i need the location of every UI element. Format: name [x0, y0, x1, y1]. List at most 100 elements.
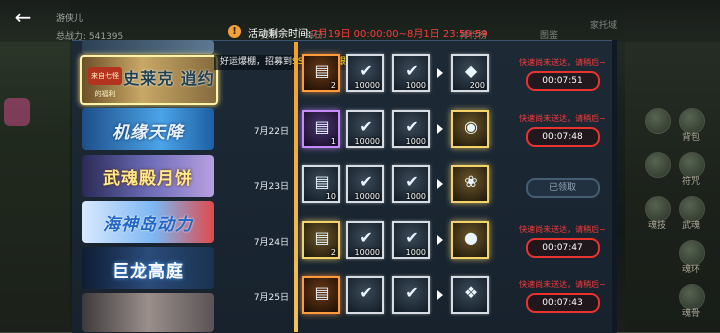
mooncake-icon: ● [464, 228, 478, 247]
reward-item[interactable]: ✔ 1000 [392, 165, 430, 203]
reward-item[interactable]: ▤ [302, 276, 340, 314]
row-date: 7月25日 [253, 293, 289, 303]
item-quantity: 10000 [354, 137, 380, 146]
row-status: 快速尚未送达，请稍后~ 00:07:43 [510, 279, 615, 313]
item-quantity: 10000 [354, 248, 380, 257]
banner-label: 机缘天降 [112, 123, 184, 143]
event-time-bar: ! 活动剩余时间:7月19日 00:00:00~8月1日 23:59:59 [218, 22, 518, 42]
reward-item[interactable]: ▤ 1 [302, 110, 340, 148]
delivery-message: 快速尚未送达，请稍后~ [519, 58, 606, 67]
arrow-right-icon [437, 68, 443, 78]
arrow-right-icon [437, 290, 443, 300]
banner-mooncake[interactable]: 武魂殿月饼 [82, 155, 214, 197]
reward-item[interactable]: ✔ 1000 [392, 54, 430, 92]
reward-item[interactable]: ▤ 10 [302, 165, 340, 203]
row-date: 7月22日 [253, 127, 289, 137]
banner-sea-god[interactable]: 海神岛动力 [82, 201, 214, 243]
row-status: 快速尚未送达，请稍后~ 00:07:48 [510, 113, 615, 147]
side-mascot-icon[interactable] [4, 98, 30, 126]
final-reward-item[interactable]: ◆ 200 [451, 54, 489, 92]
item-quantity: 200 [469, 81, 485, 90]
soul-coin-icon: ✔ [405, 117, 419, 136]
reward-item[interactable]: ▤ 2 [302, 54, 340, 92]
marquee-prefix: 好运爆棚，招募到 [220, 57, 293, 67]
row-status: 快速尚未送达，请稍后~ 00:07:51 [510, 57, 615, 91]
arrow-right-icon [437, 124, 443, 134]
final-reward-item[interactable]: ● [451, 221, 489, 259]
banner-label: 史莱克 逍约 [123, 69, 215, 88]
item-quantity: 1000 [405, 248, 426, 257]
reward-item[interactable]: ✔ 10000 [346, 54, 384, 92]
countdown-button[interactable]: 00:07:47 [525, 238, 600, 258]
banner-dragon-court[interactable]: 巨龙高庭 [82, 247, 214, 289]
menu-label: 背包 [681, 133, 700, 143]
event-start: 7月19日 00:00:00 [311, 29, 399, 40]
reward-item[interactable]: ✔ 10000 [346, 221, 384, 259]
soul-coin-icon: ✔ [359, 172, 373, 191]
countdown-button[interactable]: 00:07:43 [525, 293, 600, 313]
reward-item[interactable]: ✔ 10000 [346, 165, 384, 203]
menu-label: 符咒 [681, 177, 700, 187]
clock-icon: ! [228, 25, 241, 38]
row-status: 已领取 [510, 175, 615, 198]
menu-icon[interactable] [645, 108, 671, 134]
skill-book-icon: ▤ [314, 117, 330, 136]
item-quantity: 1000 [405, 192, 426, 201]
reward-item[interactable]: ✔ [346, 276, 384, 314]
soul-coin-icon: ✔ [405, 283, 419, 302]
event-sep: ~ [398, 29, 407, 40]
item-quantity: 10000 [354, 192, 380, 201]
event-time-label: 活动剩余时间: [248, 29, 312, 40]
timeline-bar [294, 42, 298, 332]
item-quantity: 1000 [405, 137, 426, 146]
banner-label: 海神岛动力 [103, 215, 193, 235]
claimed-button[interactable]: 已领取 [525, 178, 600, 198]
menu-label: 魂骨 [681, 309, 700, 319]
banner-shrek-selected[interactable]: 来自七怪的福利 史莱克 逍约 [80, 55, 218, 105]
nav-item[interactable]: 家托域 [590, 18, 617, 31]
arrow-right-icon [437, 179, 443, 189]
right-side-menu: 背包 符咒 武魂 魂环 魂骨 魂技 [625, 90, 720, 330]
soul-coin-icon: ✔ [359, 228, 373, 247]
item-quantity: 1000 [405, 81, 426, 90]
final-reward-item[interactable]: ❖ [451, 276, 489, 314]
countdown-button[interactable]: 00:07:51 [525, 71, 600, 91]
reward-item[interactable]: ✔ [392, 276, 430, 314]
item-quantity: 1 [330, 137, 336, 146]
item-quantity: 2 [330, 81, 336, 90]
skill-book-icon: ▤ [314, 228, 330, 247]
soul-coin-icon: ✔ [359, 61, 373, 80]
row-date: 7月24日 [253, 238, 289, 248]
item-quantity: 10000 [354, 81, 380, 90]
banner-label: 武魂殿月饼 [103, 169, 193, 189]
spirit-egg-icon: ◉ [464, 117, 478, 136]
delivery-message: 快速尚未送达，请稍后~ [519, 225, 606, 234]
skill-book-icon: ▤ [314, 61, 330, 80]
reward-item[interactable]: ✔ 1000 [392, 221, 430, 259]
final-reward-item[interactable]: ◉ [451, 110, 489, 148]
reward-item[interactable]: ✔ 1000 [392, 110, 430, 148]
menu-label: 武魂 [681, 221, 700, 231]
soul-coin-icon: ✔ [405, 228, 419, 247]
menu-label: 魂技 [647, 221, 666, 231]
rune-box-icon: ◆ [464, 61, 478, 80]
reward-item[interactable]: ✔ 10000 [346, 110, 384, 148]
banner-partial[interactable] [82, 40, 214, 54]
banner-partial-bottom[interactable] [82, 293, 214, 332]
banner-fortune[interactable]: 机缘天降 [82, 108, 214, 150]
menu-icon[interactable] [645, 152, 671, 178]
final-reward-item[interactable]: ❀ [451, 165, 489, 203]
delivery-message: 快速尚未送达，请稍后~ [519, 280, 606, 289]
delivery-message: 快速尚未送达，请稍后~ [519, 114, 606, 123]
menu-label: 魂环 [681, 265, 700, 275]
countdown-button[interactable]: 00:07:48 [525, 127, 600, 147]
skill-book-icon: ▤ [314, 283, 330, 302]
skill-book-icon: ▤ [314, 172, 330, 191]
soul-coin-icon: ✔ [359, 283, 373, 302]
soul-coin-icon: ✔ [405, 61, 419, 80]
item-quantity: 2 [330, 248, 336, 257]
soul-coin-icon: ✔ [405, 172, 419, 191]
soul-coin-icon: ✔ [359, 117, 373, 136]
row-status: 快速尚未送达，请稍后~ 00:07:47 [510, 224, 615, 258]
reward-item[interactable]: ▤ 2 [302, 221, 340, 259]
